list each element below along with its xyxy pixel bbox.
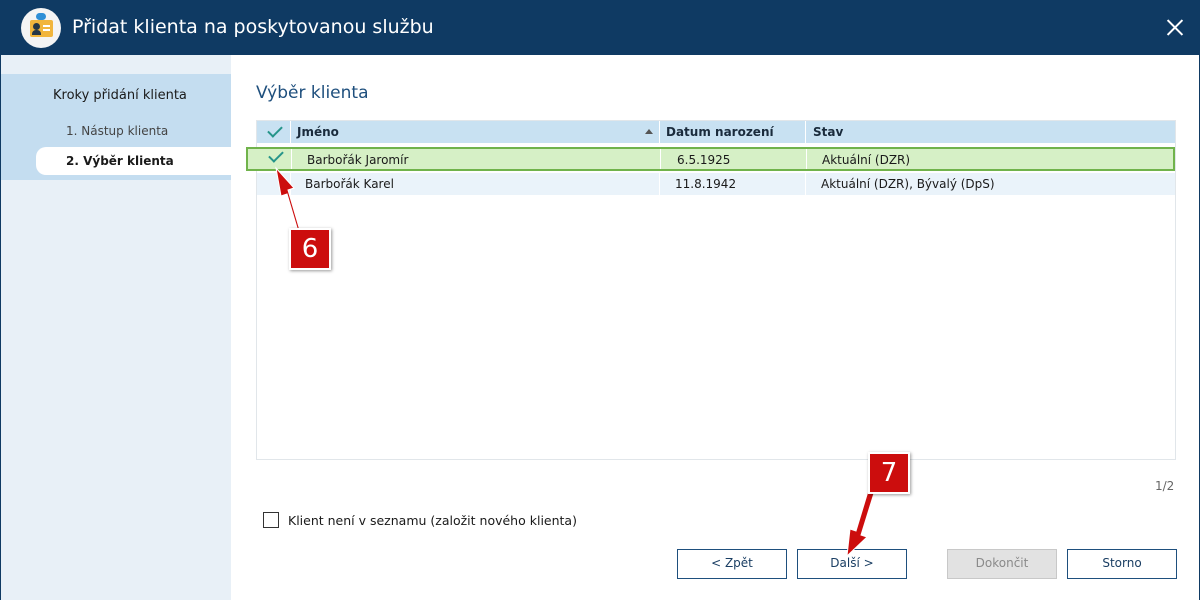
callout-7: 7 (868, 452, 910, 494)
callout-7-arrow (846, 487, 876, 558)
annotation-arrows (275, 166, 876, 558)
callout-6: 6 (289, 228, 331, 270)
